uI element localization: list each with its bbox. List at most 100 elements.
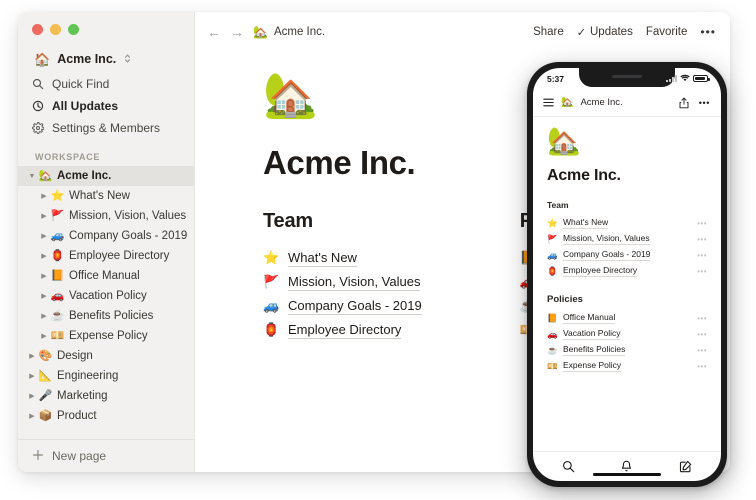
phone-header-right: ••• xyxy=(679,97,710,109)
page-emoji-icon: 📦 xyxy=(38,409,53,422)
page-emoji-icon: 🚙 xyxy=(547,249,558,260)
sidebar-item-label: All Updates xyxy=(52,99,119,113)
phone-list-item-label: Benefits Policies xyxy=(563,344,626,356)
phone-list-item[interactable]: 🚗 Vacation Policy ••• xyxy=(547,326,707,342)
sidebar-tree-item[interactable]: ▶ 📐 Engineering xyxy=(18,366,194,386)
new-page-button[interactable]: New page xyxy=(18,439,194,472)
chevron-right-icon[interactable]: ▶ xyxy=(38,313,50,320)
phone-list-item-left: 🏮 Employee Directory xyxy=(547,265,638,277)
sidebar-tree-item[interactable]: ▶ 🚙 Company Goals - 2019 xyxy=(18,226,194,246)
phone-list-item-more-icon[interactable]: ••• xyxy=(697,346,707,355)
phone-list-item-more-icon[interactable]: ••• xyxy=(697,330,707,339)
chevron-down-icon[interactable]: ▼ xyxy=(26,173,38,180)
phone-list-item-left: 🚩 Mission, Vision, Values xyxy=(547,233,650,245)
chevron-updown-icon xyxy=(124,53,131,66)
phone-page-title: Acme Inc. xyxy=(547,167,621,184)
phone-list-item-more-icon[interactable]: ••• xyxy=(697,267,707,276)
phone-list-item-left: 💴 Expense Policy xyxy=(547,360,622,372)
more-options-icon[interactable]: ••• xyxy=(700,25,716,39)
page-link-row[interactable]: 🏮 Employee Directory xyxy=(263,318,422,342)
hamburger-icon[interactable] xyxy=(543,98,554,107)
sidebar-item-quick-find[interactable]: Quick Find xyxy=(26,73,186,95)
phone-list-item[interactable]: ☕ Benefits Policies ••• xyxy=(547,342,707,358)
sidebar-tree-item-label: Expense Policy xyxy=(69,330,148,342)
chevron-right-icon[interactable]: ▶ xyxy=(26,413,38,420)
breadcrumb-label: Acme Inc. xyxy=(273,26,326,38)
phone-list-item-label: Office Manual xyxy=(563,312,616,324)
phone-list-item-more-icon[interactable]: ••• xyxy=(697,235,707,244)
page-emoji-icon: 🏡 xyxy=(38,169,53,182)
chevron-right-icon[interactable]: ▶ xyxy=(38,293,50,300)
back-arrow-icon[interactable]: ← xyxy=(207,25,221,39)
page-emoji-icon: 🎨 xyxy=(38,349,53,362)
chevron-right-icon[interactable]: ▶ xyxy=(38,213,50,220)
window-traffic-lights xyxy=(18,12,194,35)
page-emoji-icon: ⭐ xyxy=(50,189,65,202)
phone-list-item[interactable]: 🚙 Company Goals - 2019 ••• xyxy=(547,247,707,263)
page-column: Team ⭐ What's New 🚩 Mission, Vision, Values 🚙… xyxy=(263,210,422,342)
phone-list-item-more-icon[interactable]: ••• xyxy=(697,251,707,260)
phone-section-heading: Policies xyxy=(547,294,583,305)
close-button[interactable] xyxy=(32,24,43,35)
sidebar: 🏠 Acme Inc. Quick Find All Updates Setti… xyxy=(18,12,195,472)
sidebar-tree-item[interactable]: ▶ ☕ Benefits Policies xyxy=(18,306,194,326)
phone-list-item-label: What's New xyxy=(563,217,609,229)
phone-list-item[interactable]: 🏮 Employee Directory ••• xyxy=(547,263,707,279)
sidebar-tree-item[interactable]: ▶ 🏮 Employee Directory xyxy=(18,246,194,266)
check-icon: ✓ xyxy=(576,26,586,39)
share-icon[interactable] xyxy=(679,97,689,109)
sidebar-tree-item[interactable]: ▼ 🏡 Acme Inc. xyxy=(18,166,194,186)
chevron-right-icon[interactable]: ▶ xyxy=(26,353,38,360)
chevron-right-icon[interactable]: ▶ xyxy=(26,373,38,380)
page-link-label: What's New xyxy=(288,249,357,267)
phone-list-item[interactable]: 🚩 Mission, Vision, Values ••• xyxy=(547,231,707,247)
sidebar-tree-item-label: Marketing xyxy=(57,390,108,402)
phone-list-item-more-icon[interactable]: ••• xyxy=(697,362,707,371)
page-link-row[interactable]: 🚙 Company Goals - 2019 xyxy=(263,294,422,318)
chevron-right-icon[interactable]: ▶ xyxy=(38,273,50,280)
bell-icon[interactable] xyxy=(620,460,633,473)
sidebar-tree-item[interactable]: ▶ 💴 Expense Policy xyxy=(18,326,194,346)
phone-more-icon[interactable]: ••• xyxy=(699,98,710,108)
chevron-right-icon[interactable]: ▶ xyxy=(38,333,50,340)
compose-icon[interactable] xyxy=(679,460,692,473)
sidebar-tree-item[interactable]: ▶ 🎤 Marketing xyxy=(18,386,194,406)
updates-button[interactable]: ✓ Updates xyxy=(577,26,633,39)
page-emoji-icon: ⭐ xyxy=(547,217,558,228)
sidebar-tree-item[interactable]: ▶ 📙 Office Manual xyxy=(18,266,194,286)
sidebar-tree-item[interactable]: ▶ 🚗 Vacation Policy xyxy=(18,286,194,306)
sidebar-tree-item[interactable]: ▶ ⭐ What's New xyxy=(18,186,194,206)
search-icon[interactable] xyxy=(562,460,575,473)
minimize-button[interactable] xyxy=(50,24,61,35)
sidebar-tree-item[interactable]: ▶ 🎨 Design xyxy=(18,346,194,366)
sidebar-page-tree: ▼ 🏡 Acme Inc. ▶ ⭐ What's New ▶ 🚩 Mission, Vision… xyxy=(18,166,194,439)
phone-list-item[interactable]: ⭐ What's New ••• xyxy=(547,215,707,231)
page-link-row[interactable]: ⭐ What's New xyxy=(263,246,422,270)
share-button[interactable]: Share xyxy=(533,26,564,38)
column-heading: Team xyxy=(263,210,313,232)
search-icon xyxy=(31,78,44,91)
chevron-right-icon[interactable]: ▶ xyxy=(26,393,38,400)
phone-list-item-more-icon[interactable]: ••• xyxy=(697,219,707,228)
page-link-row[interactable]: 🚩 Mission, Vision, Values xyxy=(263,270,422,294)
page-emoji-icon: 📙 xyxy=(547,312,558,323)
phone-page-content: 🏡 Acme Inc. Team ⭐ What's New ••• 🚩 Mission, … xyxy=(533,117,721,451)
phone-status-bar: 5:37 xyxy=(533,68,721,89)
phone-list-item-more-icon[interactable]: ••• xyxy=(697,314,707,323)
page-emoji-icon: 💴 xyxy=(547,360,558,371)
phone-list-item[interactable]: 📙 Office Manual ••• xyxy=(547,310,707,326)
page-emoji-icon: 🚩 xyxy=(547,233,558,244)
favorite-button[interactable]: Favorite xyxy=(646,26,688,38)
sidebar-tree-item[interactable]: ▶ 🚩 Mission, Vision, Values xyxy=(18,206,194,226)
chevron-right-icon[interactable]: ▶ xyxy=(38,193,50,200)
phone-list-item[interactable]: 💴 Expense Policy ••• xyxy=(547,358,707,374)
maximize-button[interactable] xyxy=(68,24,79,35)
chevron-right-icon[interactable]: ▶ xyxy=(38,233,50,240)
breadcrumb[interactable]: 🏡 Acme Inc. xyxy=(253,25,325,39)
sidebar-tree-item[interactable]: ▶ 📦 Product xyxy=(18,406,194,426)
forward-arrow-icon[interactable]: → xyxy=(230,25,244,39)
chevron-right-icon[interactable]: ▶ xyxy=(38,253,50,260)
sidebar-item-all-updates[interactable]: All Updates xyxy=(26,95,186,117)
workspace-switcher[interactable]: 🏠 Acme Inc. xyxy=(30,49,184,69)
sidebar-item-settings-members[interactable]: Settings & Members xyxy=(26,117,186,139)
